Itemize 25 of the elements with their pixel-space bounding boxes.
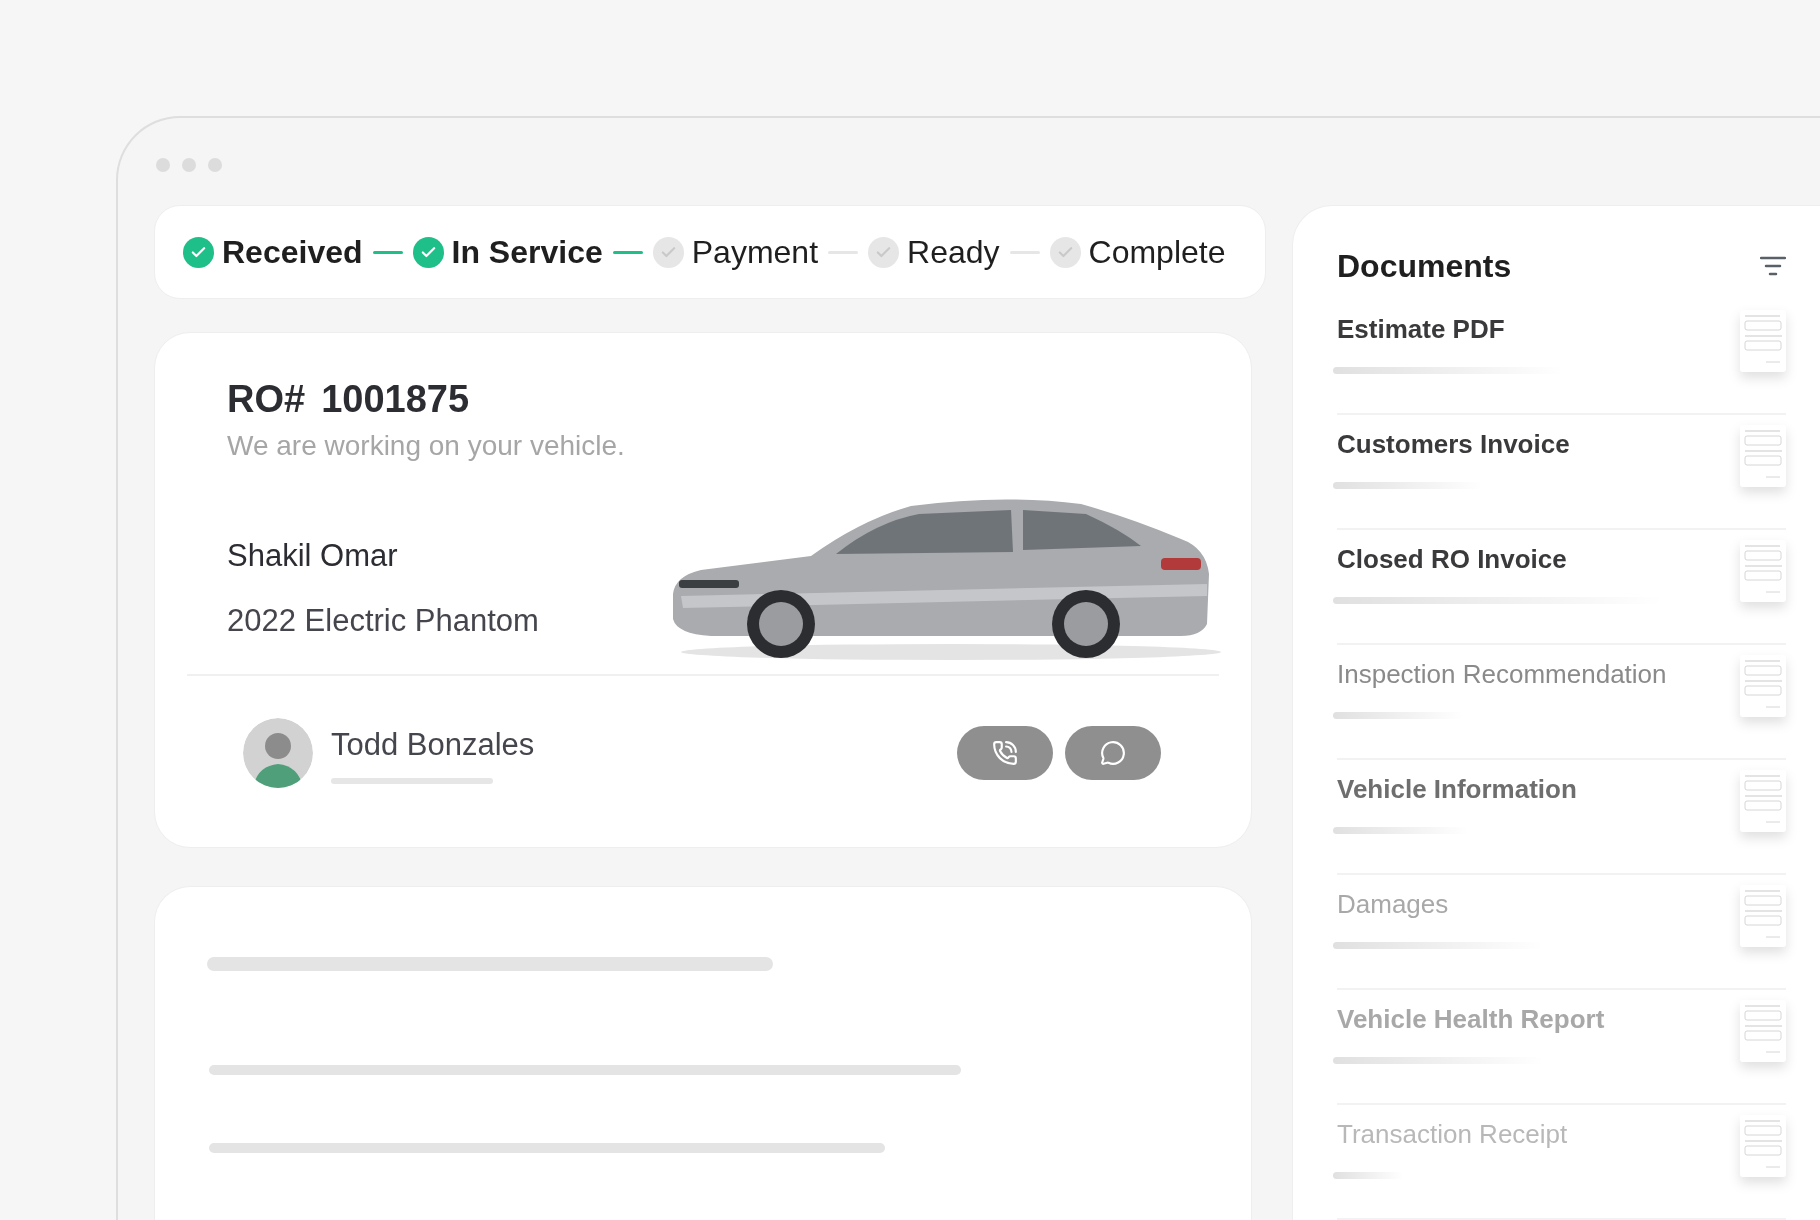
document-title[interactable]: Customers Invoice [1337, 425, 1570, 464]
phone-icon [992, 740, 1018, 766]
step-connector [612, 250, 643, 254]
step-connector [372, 250, 403, 254]
step-label: Complete [1088, 233, 1226, 272]
document-title[interactable]: Closed RO Invoice [1337, 540, 1663, 579]
ro-label: RO# [227, 377, 306, 422]
advisor-name: Todd Bonzales [331, 725, 535, 764]
document-title[interactable]: Vehicle Information [1337, 770, 1577, 809]
step-label: Payment [691, 233, 818, 272]
step-label: Ready [907, 233, 1000, 272]
vehicle-name: 2022 Electric Phantom [227, 601, 539, 640]
panel-title: Documents [1337, 247, 1512, 286]
step-label: Received [222, 233, 363, 272]
message-button[interactable] [1065, 726, 1161, 780]
call-button[interactable] [957, 726, 1053, 780]
avatar [243, 718, 313, 788]
filter-icon[interactable] [1760, 256, 1786, 276]
step-label: In Service [451, 233, 603, 272]
document-title[interactable]: Estimate PDF [1337, 310, 1563, 349]
status-message: We are working on your vehicle. [226, 429, 626, 463]
document-title[interactable]: Inspection Recommendation [1337, 655, 1667, 694]
chat-bubble-icon [1100, 740, 1126, 766]
ro-number: 1001875 [321, 377, 470, 422]
customer-name: Shakil Omar [227, 537, 399, 575]
